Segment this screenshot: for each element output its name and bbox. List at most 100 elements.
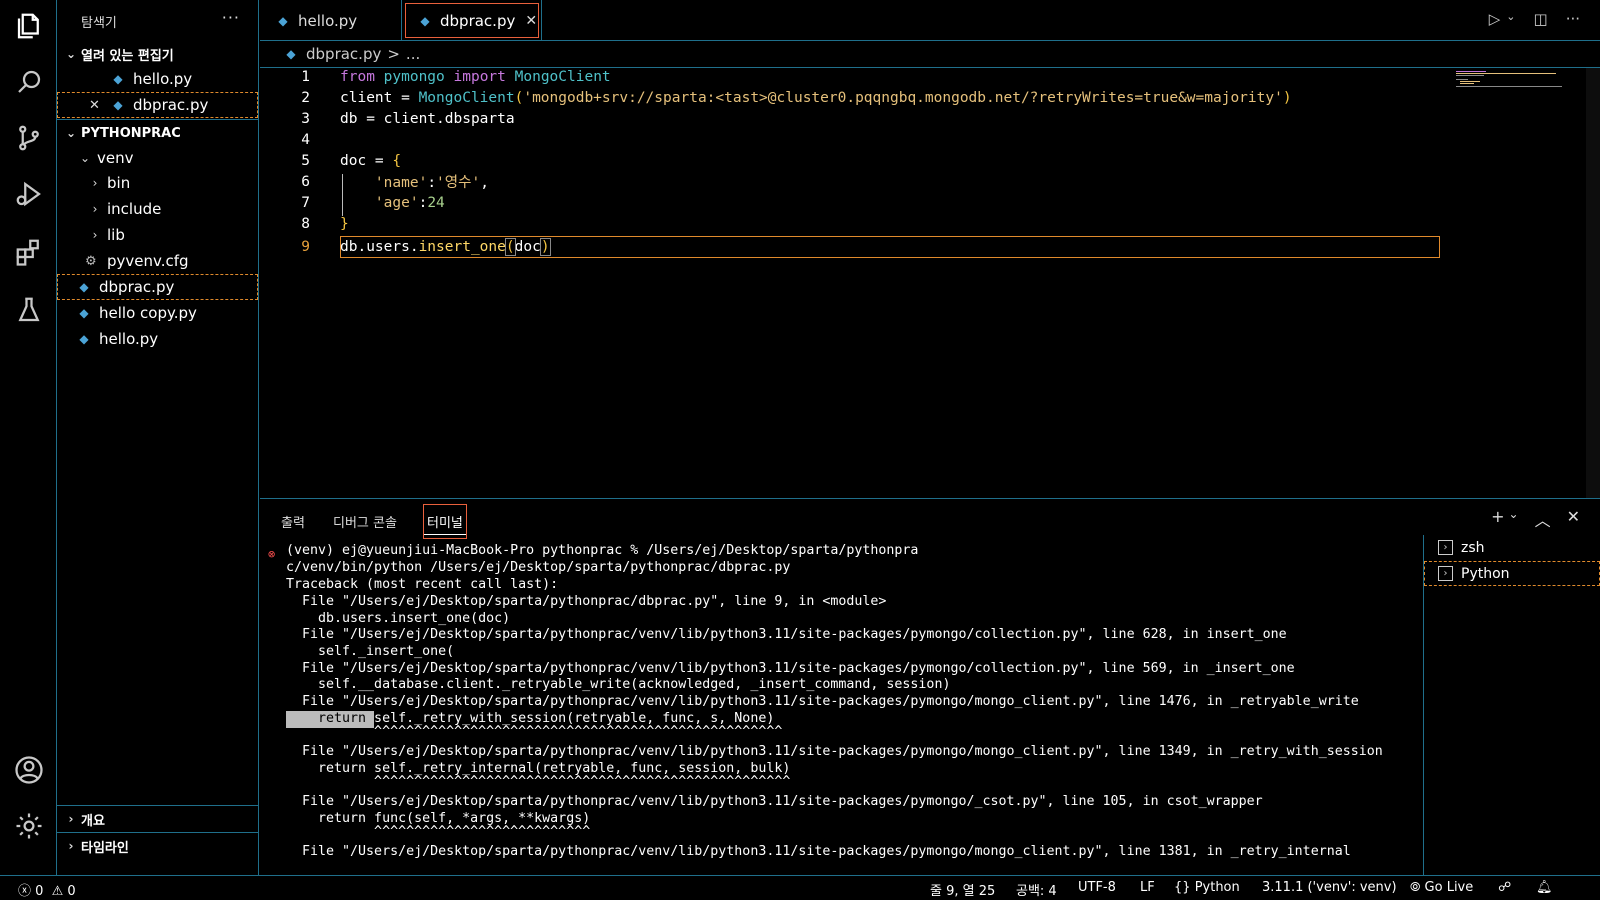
terminal-line: File "/Users/ej/Desktop/sparta/pythonpra… [286,627,1287,642]
testing-icon[interactable] [0,286,57,334]
breadcrumb-file[interactable]: dbprac.py [306,45,381,63]
line-number: 1 [301,68,310,85]
folder-label: venv [97,149,134,167]
project-header[interactable]: ⌄ PYTHONPRAC [57,120,258,146]
tab-label: hello.py [298,11,358,30]
code-token: 'age' [374,194,419,211]
account-icon[interactable] [0,746,57,794]
chevron-down-icon[interactable]: ⌄ [1506,10,1515,28]
add-terminal-icon[interactable]: + [1491,507,1504,531]
breadcrumb-symbol[interactable]: ... [406,45,420,63]
line-number: 3 [301,110,310,127]
code-token: MongoClient [418,89,515,106]
chevron-down-icon[interactable]: ⌄ [1509,507,1519,531]
chevron-right-icon: › [92,228,98,242]
chevron-down-icon: ⌄ [65,47,77,61]
close-icon[interactable]: ✕ [525,13,537,29]
braces-icon: {} [1174,880,1191,895]
file-hello[interactable]: ◆ hello.py [57,326,258,352]
panel-actions: + ⌄ ︿ ✕ [1491,507,1580,531]
search-icon[interactable] [0,58,57,106]
terminal-line: db.users.insert_one(doc) [286,611,511,626]
tab-label: dbprac.py [440,11,516,30]
feedback-icon[interactable]: ☍ [1498,880,1511,895]
open-editor-item[interactable]: ◆ hello.py [57,66,258,92]
python-file-icon: ◆ [79,280,89,294]
code-editor[interactable]: 1 from pymongo import MongoClient 2 clie… [260,68,1600,498]
open-editor-item-active[interactable]: ✕ ◆ dbprac.py [57,92,258,118]
error-status-icon: ⊗ [268,547,276,561]
terminal-line: ^^^^^^^^^^^^^^^^^^^^^^^^^^^ [286,824,591,839]
notifications-bell-icon[interactable]: 🔔︎ [1536,880,1553,895]
source-control-icon[interactable] [0,114,57,162]
terminal-line: File "/Users/ej/Desktop/sparta/pythonpra… [286,744,1383,759]
code-token: insert_one [418,238,506,255]
folder-venv[interactable]: ⌄ venv [57,145,258,171]
cursor-position[interactable]: 줄 9, 열 25 [930,880,995,899]
open-editors-header[interactable]: ⌄ 열려 있는 편집기 [57,41,258,67]
extensions-icon[interactable] [0,228,57,276]
close-icon[interactable]: ✕ [89,98,111,113]
more-actions-icon[interactable]: ··· [1566,10,1580,28]
tab-terminal[interactable]: 터미널 [423,504,467,539]
error-icon: ⓧ [18,884,32,899]
tab-hello-py[interactable]: ◆ hello.py [260,0,402,41]
python-interpreter[interactable]: 3.11.1 ('venv': venv) [1262,880,1397,895]
encoding[interactable]: UTF-8 [1078,880,1116,895]
code-line: 4 [260,129,1460,150]
tab-debug-console[interactable]: 디버그 콘솔 [330,505,400,538]
go-live-button[interactable]: ⦾ Go Live [1410,880,1473,895]
file-label: pyvenv.cfg [107,252,189,270]
explorer-icon[interactable] [0,2,57,50]
folder-lib[interactable]: › lib [57,222,258,248]
split-editor-icon[interactable]: ◫ [1534,10,1548,28]
folder-label: lib [107,226,125,244]
code-token: pymongo [383,68,445,85]
file-dbprac[interactable]: ◆ dbprac.py [57,274,258,300]
project-label: PYTHONPRAC [81,125,181,141]
terminal-item-python[interactable]: › Python [1424,561,1600,586]
outline-label: 개요 [81,813,105,829]
settings-gear-icon[interactable] [0,802,57,850]
timeline-header[interactable]: › 타임라인 [57,833,258,859]
indentation[interactable]: 공백: 4 [1016,880,1057,899]
close-panel-icon[interactable]: ✕ [1567,507,1580,531]
code-line: 2 client = MongoClient('mongodb+srv://sp… [260,87,1460,108]
open-editors-label: 열려 있는 편집기 [81,48,174,64]
maximize-panel-icon[interactable]: ︿ [1535,507,1551,531]
line-number: 6 [301,173,310,190]
more-actions-icon[interactable]: ··· [222,8,240,27]
breadcrumb: ◆ dbprac.py > ... [260,41,1600,68]
terminal-line: (venv) ej@yueunjiui-MacBook-Pro pythonpr… [286,543,919,558]
editor-tab-bar: ◆ hello.py ◆ dbprac.py ✕ ▷ ⌄ ◫ ··· [260,0,1600,41]
file-hello-copy[interactable]: ◆ hello copy.py [57,300,258,326]
code-token: 'mongodb+srv://sparta:<tast>@cluster0.pq… [523,89,1283,106]
tab-output[interactable]: 출력 [278,505,308,538]
tab-dbprac-py[interactable]: ◆ dbprac.py ✕ [402,0,542,41]
terminal-output[interactable]: ⊗ (venv) ej@yueunjiui-MacBook-Pro python… [260,543,1423,873]
terminal-line: File "/Users/ej/Desktop/sparta/pythonpra… [286,694,1359,709]
code-token: : [418,194,428,211]
run-debug-icon[interactable] [0,170,57,218]
code-token: db = client.dbsparta [340,110,515,127]
minimap[interactable] [1454,70,1564,88]
code-token: client = [340,89,419,106]
code-line: 1 from pymongo import MongoClient [260,66,1460,87]
problems-indicator[interactable]: ⓧ 0 ⚠ 0 [18,880,76,899]
outline-header[interactable]: › 개요 [57,806,258,832]
terminal-line: self._insert_one( [286,644,455,659]
line-number: 9 [301,238,310,255]
editor-actions: ▷ ⌄ ◫ ··· [1489,10,1580,28]
terminal-line: ^^^^^^^^^^^^^^^^^^^^^^^^^^^^^^^^^^^^^^^^… [286,774,791,789]
line-number: 4 [301,131,310,148]
chevron-right-icon: › [92,202,98,216]
language-mode[interactable]: {} Python [1174,880,1240,895]
line-ending[interactable]: LF [1140,880,1155,895]
vertical-scrollbar[interactable] [1586,68,1600,498]
run-icon[interactable]: ▷ [1489,10,1501,28]
file-pyvenv-cfg[interactable]: ⚙ pyvenv.cfg [57,248,258,274]
folder-include[interactable]: › include [57,196,258,222]
terminal-item-zsh[interactable]: › zsh [1424,535,1600,560]
code-token: 'name' [374,175,428,191]
folder-bin[interactable]: › bin [57,170,258,196]
